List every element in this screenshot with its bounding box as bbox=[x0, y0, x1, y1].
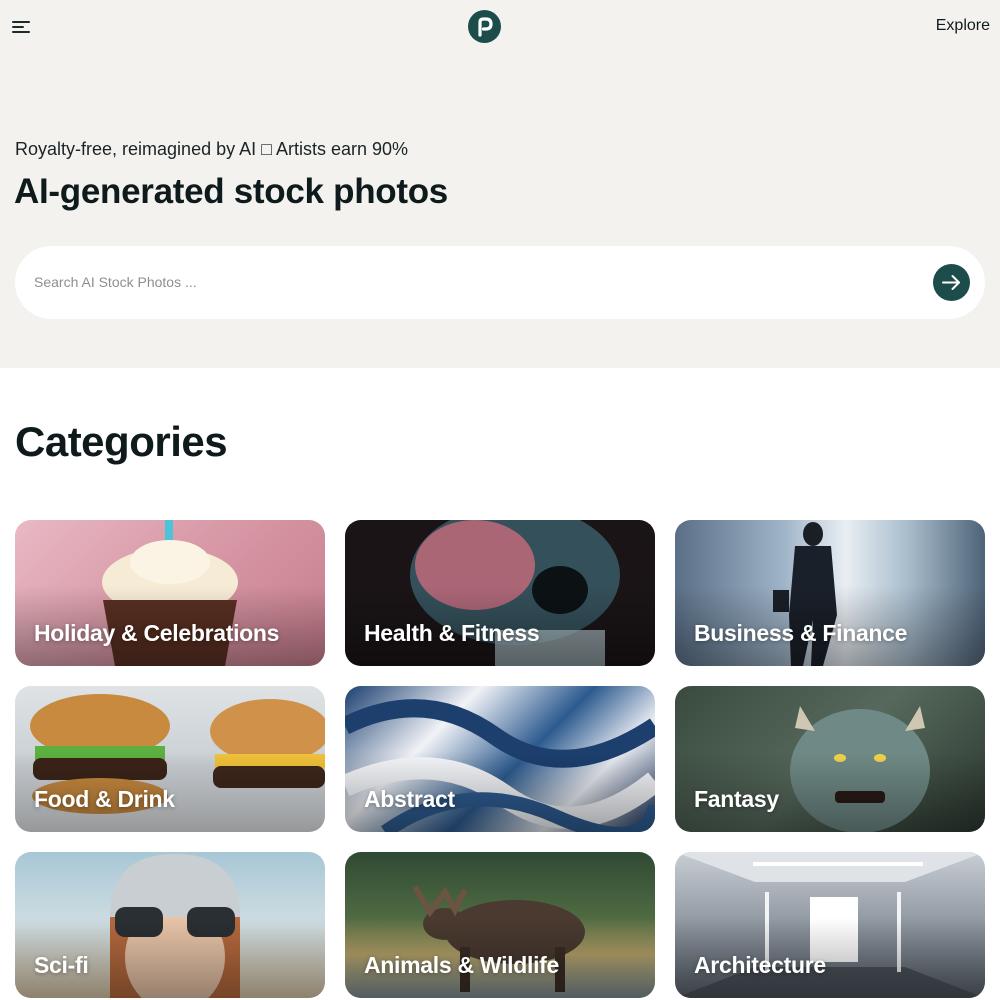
menu-line bbox=[12, 21, 30, 23]
page-title: AI-generated stock photos bbox=[14, 172, 448, 211]
categories-grid: Holiday & Celebrations Health & Fitness … bbox=[15, 520, 985, 1000]
category-label: Business & Finance bbox=[694, 620, 908, 646]
category-card-sci-fi[interactable]: Sci-fi bbox=[15, 852, 325, 998]
hero-tagline: Royalty-free, reimagined by AI □ Artists… bbox=[15, 139, 409, 159]
category-label: Animals & Wildlife bbox=[364, 952, 560, 978]
category-card-abstract[interactable]: Abstract bbox=[345, 686, 655, 832]
search-input[interactable] bbox=[34, 268, 914, 296]
category-label: Sci-fi bbox=[34, 952, 89, 978]
category-card-food-drink[interactable]: Food & Drink bbox=[15, 686, 325, 832]
category-card-animals-wildlife[interactable]: Animals & Wildlife bbox=[345, 852, 655, 998]
category-label: Architecture bbox=[694, 952, 826, 978]
category-label: Food & Drink bbox=[34, 786, 175, 812]
arrow-right-icon bbox=[942, 275, 960, 290]
category-label: Abstract bbox=[364, 786, 455, 812]
brand-logo-p-icon[interactable] bbox=[468, 10, 501, 43]
category-card-holiday-celebrations[interactable]: Holiday & Celebrations bbox=[15, 520, 325, 666]
categories-heading: Categories bbox=[15, 418, 228, 465]
hamburger-menu-icon[interactable] bbox=[12, 19, 32, 35]
search-submit-button[interactable] bbox=[933, 264, 970, 301]
menu-line bbox=[12, 26, 24, 28]
category-label: Fantasy bbox=[694, 786, 779, 812]
category-card-architecture[interactable]: Architecture bbox=[675, 852, 985, 998]
explore-link[interactable]: Explore bbox=[936, 17, 990, 35]
category-card-health-fitness[interactable]: Health & Fitness bbox=[345, 520, 655, 666]
category-label: Health & Fitness bbox=[364, 620, 540, 646]
category-label: Holiday & Celebrations bbox=[34, 620, 280, 646]
menu-line bbox=[12, 31, 30, 33]
category-card-fantasy[interactable]: Fantasy bbox=[675, 686, 985, 832]
search-bar bbox=[15, 246, 985, 319]
category-card-business-finance[interactable]: Business & Finance bbox=[675, 520, 985, 666]
